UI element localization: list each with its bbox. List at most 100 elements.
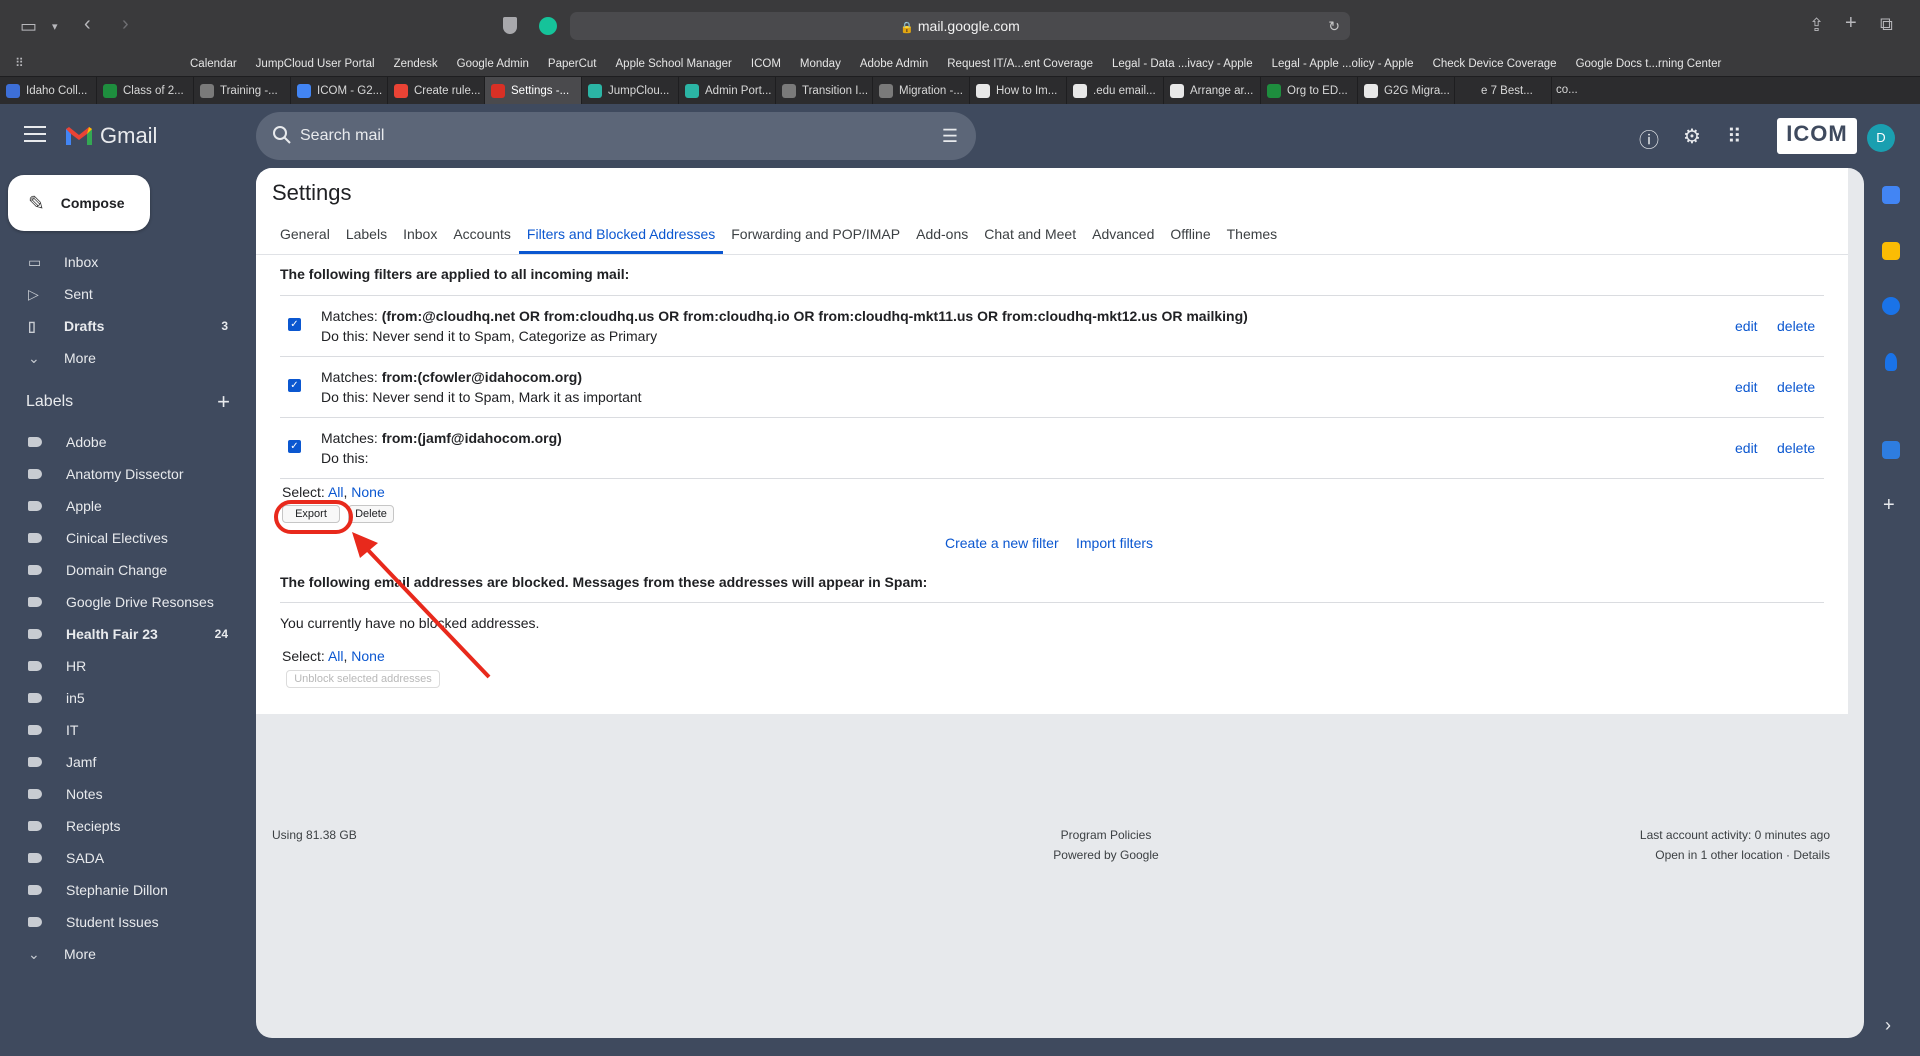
tab-settings-offline[interactable]: Offline (1162, 214, 1218, 254)
address-bar[interactable]: 🔒 mail.google.com ↻ (570, 12, 1350, 40)
search-icon[interactable] (272, 125, 292, 145)
edit-filter-link[interactable]: edit (1735, 318, 1758, 334)
bookmark[interactable]: ICOM (751, 58, 781, 70)
label-item[interactable]: Cinical Electives (0, 522, 256, 554)
browser-tab[interactable]: Create rule... (388, 77, 485, 104)
tab-settings-inbox[interactable]: Inbox (395, 214, 445, 254)
bookmark[interactable]: Apple School Manager (616, 58, 732, 70)
bookmark[interactable]: Google Admin (457, 58, 529, 70)
sidebar-item-drafts[interactable]: ▯ Drafts 3 (0, 310, 256, 342)
apps-grid-icon[interactable]: ⠿ (1727, 124, 1742, 149)
chevron-right-icon[interactable]: › (1885, 1016, 1891, 1034)
label-item[interactable]: IT (0, 714, 256, 746)
filter-checkbox[interactable]: ✓ (288, 440, 301, 453)
browser-tab[interactable]: G2G Migra... (1358, 77, 1455, 104)
bookmark[interactable]: Google Docs t...rning Center (1576, 58, 1722, 70)
help-icon[interactable]: ⓘ (1639, 124, 1659, 153)
label-item[interactable]: Adobe (0, 426, 256, 458)
browser-tab[interactable]: JumpClou... (582, 77, 679, 104)
reload-icon[interactable]: ↻ (1328, 12, 1340, 40)
label-item[interactable]: SADA (0, 842, 256, 874)
add-label-icon[interactable]: + (217, 389, 230, 415)
select-all-link[interactable]: All (328, 484, 344, 500)
account-details-link[interactable]: Open in 1 other location · Details (1456, 848, 1830, 862)
tab-overflow[interactable]: co... (1552, 77, 1578, 104)
share-icon[interactable]: ⇪ (1809, 16, 1824, 34)
tab-settings-advanced[interactable]: Advanced (1084, 214, 1162, 254)
org-logo[interactable]: ICOM (1777, 118, 1857, 154)
export-button[interactable]: Export (282, 505, 340, 523)
delete-filter-link[interactable]: delete (1777, 440, 1815, 456)
browser-tab[interactable]: How to Im... (970, 77, 1067, 104)
select-none-link[interactable]: None (351, 648, 384, 664)
sidebar-item-more[interactable]: ⌄ More (0, 342, 256, 374)
search-options-icon[interactable]: ☰ (942, 126, 958, 147)
program-policies-link[interactable]: Program Policies (1006, 828, 1206, 842)
privacy-shield-icon[interactable] (503, 17, 517, 34)
tab-settings-labels[interactable]: Labels (338, 214, 395, 254)
label-item[interactable]: Google Drive Resonses (0, 586, 256, 618)
gear-icon[interactable]: ⚙ (1683, 124, 1701, 149)
keep-icon[interactable] (1882, 242, 1900, 260)
label-item[interactable]: Student Issues (0, 906, 256, 938)
tab-settings-add-ons[interactable]: Add-ons (908, 214, 976, 254)
calendar-icon[interactable] (1882, 186, 1900, 204)
tab-settings-general[interactable]: General (272, 214, 338, 254)
grammarly-icon[interactable] (539, 17, 557, 35)
browser-tab[interactable]: Training -... (194, 77, 291, 104)
bookmark[interactable]: Adobe Admin (860, 58, 928, 70)
delete-filter-link[interactable]: delete (1777, 379, 1815, 395)
label-item[interactable]: Domain Change (0, 554, 256, 586)
edit-filter-link[interactable]: edit (1735, 379, 1758, 395)
bookmark[interactable]: Legal - Data ...ivacy - Apple (1112, 58, 1253, 70)
bookmark[interactable]: PaperCut (548, 58, 597, 70)
unblock-button[interactable]: Unblock selected addresses (286, 670, 440, 688)
add-on-icon[interactable] (1882, 441, 1900, 459)
create-filter-link[interactable]: Create a new filter (945, 535, 1059, 551)
bookmark[interactable]: Check Device Coverage (1433, 58, 1557, 70)
tab-settings-forwarding-and-pop-imap[interactable]: Forwarding and POP/IMAP (723, 214, 908, 254)
tab-settings-themes[interactable]: Themes (1219, 214, 1286, 254)
label-item[interactable]: HR (0, 650, 256, 682)
browser-tab[interactable]: Class of 2... (97, 77, 194, 104)
tab-settings-chat-and-meet[interactable]: Chat and Meet (976, 214, 1084, 254)
browser-tab[interactable]: e 7 Best... (1455, 77, 1552, 104)
labels-more[interactable]: ⌄ More (0, 938, 256, 970)
search-bar[interactable]: Search mail ☰ (256, 112, 976, 160)
back-icon[interactable]: ‹ (84, 14, 91, 34)
label-item[interactable]: Apple (0, 490, 256, 522)
label-item[interactable]: Anatomy Dissector (0, 458, 256, 490)
chevron-down-icon[interactable]: ▾ (52, 18, 58, 36)
browser-tab[interactable]: .edu email... (1067, 77, 1164, 104)
main-menu-icon[interactable] (24, 126, 46, 147)
sidebar-item-inbox[interactable]: ▭ Inbox (0, 246, 256, 278)
browser-tab[interactable]: Migration -... (873, 77, 970, 104)
label-item[interactable]: Reciepts (0, 810, 256, 842)
new-tab-icon[interactable]: + (1845, 13, 1857, 33)
select-all-link[interactable]: All (328, 648, 344, 664)
sidebar-item-sent[interactable]: ▷ Sent (0, 278, 256, 310)
bookmark[interactable]: Legal - Apple ...olicy - Apple (1272, 58, 1414, 70)
label-item[interactable]: Notes (0, 778, 256, 810)
bookmark[interactable]: Calendar (190, 58, 237, 70)
sidebar-toggle-icon[interactable]: ▭ (20, 17, 37, 35)
tasks-icon[interactable] (1882, 297, 1900, 315)
label-item[interactable]: Stephanie Dillon (0, 874, 256, 906)
bookmark[interactable]: Zendesk (394, 58, 438, 70)
bookmark[interactable]: Request IT/A...ent Coverage (947, 58, 1093, 70)
label-item[interactable]: in5 (0, 682, 256, 714)
browser-tab[interactable]: Idaho Coll... (0, 77, 97, 104)
browser-tab[interactable]: ICOM - G2... (291, 77, 388, 104)
contacts-icon[interactable] (1885, 353, 1897, 371)
browser-tab[interactable]: Transition I... (776, 77, 873, 104)
bookmark[interactable]: JumpCloud User Portal (256, 58, 375, 70)
get-add-ons-icon[interactable]: + (1883, 495, 1895, 515)
avatar[interactable]: D (1867, 124, 1895, 152)
bookmark[interactable]: Monday (800, 58, 841, 70)
storage-usage[interactable]: Using 81.38 GB (272, 828, 357, 842)
filter-checkbox[interactable]: ✓ (288, 379, 301, 392)
browser-tab[interactable]: Arrange ar... (1164, 77, 1261, 104)
browser-tab[interactable]: Settings -... (485, 77, 582, 104)
browser-tab[interactable]: Admin Port... (679, 77, 776, 104)
compose-button[interactable]: ✎ Compose (8, 175, 150, 231)
